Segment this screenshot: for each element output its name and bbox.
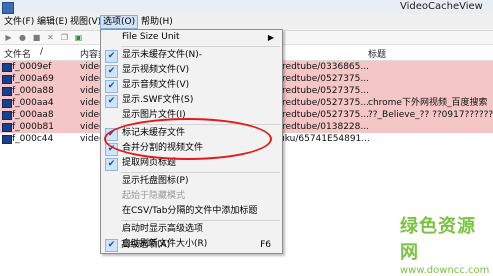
checkmark-icon: ✔ xyxy=(105,50,118,63)
checkmark-icon: ✔ xyxy=(105,95,118,108)
shortcut-label: F6 xyxy=(260,240,271,250)
watermark-text: 绿色资源网 xyxy=(400,216,476,263)
video-file-icon xyxy=(2,123,12,132)
row-filename: f_000b81 xyxy=(12,122,55,132)
menu-edit[interactable]: 编辑(E) xyxy=(35,16,70,28)
menu-separator xyxy=(121,46,280,47)
menu-separator xyxy=(121,172,280,173)
row-filename: f_0009ef xyxy=(12,62,52,72)
video-file-icon xyxy=(2,135,12,144)
row-url: /redtube/0138228... xyxy=(279,122,369,132)
menu-item-show-swf[interactable]: ✔ 显示.SWF文件(S) xyxy=(101,93,282,108)
row-filename: f_000aa4 xyxy=(12,98,54,108)
menu-item-label: 显示音频文件(V) xyxy=(122,80,190,90)
video-file-icon xyxy=(2,111,12,120)
row-url: /redtube/0527375... xyxy=(279,110,369,120)
video-file-icon xyxy=(2,99,12,108)
menu-item-show-audio[interactable]: ✔ 显示音频文件(V) xyxy=(101,78,282,93)
row-url: /redtube/0336865... xyxy=(279,62,369,72)
menu-item-csv-add-header[interactable]: 在CSV/Tab分隔的文件中添加标题 xyxy=(101,204,282,219)
menu-item-file-size-unit[interactable]: File Size Unit ▶ xyxy=(101,30,282,45)
menu-item-label: 启动时显示高级选项 xyxy=(122,224,204,234)
menu-item-show-advanced-on-start[interactable]: 启动时显示高级选项 xyxy=(101,222,282,237)
record-icon[interactable]: ● xyxy=(18,33,27,42)
checkmark-icon: ✔ xyxy=(105,80,118,93)
red-annotation-oval xyxy=(104,118,272,160)
title-bar: VideoCacheView xyxy=(0,0,493,15)
row-url: uku/65741E54891... xyxy=(279,134,370,144)
menu-options[interactable]: 选项(O) xyxy=(100,15,139,29)
window-title: VideoCacheView xyxy=(400,1,483,12)
checkmark-icon: ✔ xyxy=(105,65,118,78)
play-icon[interactable]: ▶ xyxy=(4,33,13,42)
delete-icon[interactable]: ✕ xyxy=(46,33,55,42)
column-filename[interactable]: 文件名 xyxy=(4,47,31,60)
watermark: 绿色资源网 www.downcc.com xyxy=(400,212,490,276)
copy-icon[interactable]: ❐ xyxy=(60,33,69,42)
menu-item-tray-icon[interactable]: 显示托盘图标(P) xyxy=(101,174,282,189)
menu-item-show-video[interactable]: ✔ 显示视频文件(V) xyxy=(101,63,282,78)
menu-separator xyxy=(121,220,280,221)
row-filename: f_000a69 xyxy=(12,74,54,84)
row-url: /redtube/0527375... xyxy=(279,98,369,108)
menu-item-label: File Size Unit xyxy=(122,32,180,42)
submenu-arrow-icon: ▶ xyxy=(267,33,274,42)
menu-item-label: 高级选项(A) xyxy=(121,240,171,250)
checkmark-icon: ✔ xyxy=(105,158,118,171)
menu-file[interactable]: 文件(F) xyxy=(2,16,36,28)
row-url: /redtube/0527375... xyxy=(279,86,369,96)
app-icon xyxy=(2,2,14,14)
watermark-url: www.downcc.com xyxy=(400,265,490,276)
video-file-icon xyxy=(2,75,12,84)
menu-view[interactable]: 视图(V) xyxy=(68,16,103,28)
row-filename: f_000aa8 xyxy=(12,110,54,120)
menu-item-label: 起始于隐藏模式 xyxy=(122,191,186,201)
row-title: ??_Believe_?? ??0917??????????? xyxy=(368,110,493,120)
menu-item-label: 显示托盘图标(P) xyxy=(122,176,189,186)
video-file-icon xyxy=(2,63,12,72)
menu-item-advanced-options[interactable]: 高级选项(A) F6 xyxy=(100,238,281,252)
row-url: /redtube/0527375... xyxy=(279,74,369,84)
video-file-icon xyxy=(2,87,12,96)
row-filename: f_000c44 xyxy=(12,134,54,144)
row-title: chrome下外网视频_百度搜索 xyxy=(368,98,488,108)
menu-item-label: 显示未缓存文件(N)- xyxy=(122,50,203,60)
save-icon[interactable]: ▣ xyxy=(74,33,83,42)
row-filename: f_000a88 xyxy=(12,86,54,96)
menu-item-label: 显示视频文件(V) xyxy=(122,65,190,75)
sort-indicator-icon: / xyxy=(40,47,44,57)
menu-item-label: 在CSV/Tab分隔的文件中添加标题 xyxy=(122,206,258,216)
menu-item-show-uncached[interactable]: ✔ 显示未缓存文件(N)- xyxy=(101,48,282,63)
menu-help[interactable]: 帮助(H) xyxy=(139,16,175,28)
menu-item-start-hidden: 起始于隐藏模式 xyxy=(101,189,282,204)
column-title[interactable]: 标题 xyxy=(368,47,386,60)
menu-item-label: 显示.SWF文件(S) xyxy=(122,95,194,105)
stop-icon[interactable]: ■ xyxy=(32,33,41,42)
